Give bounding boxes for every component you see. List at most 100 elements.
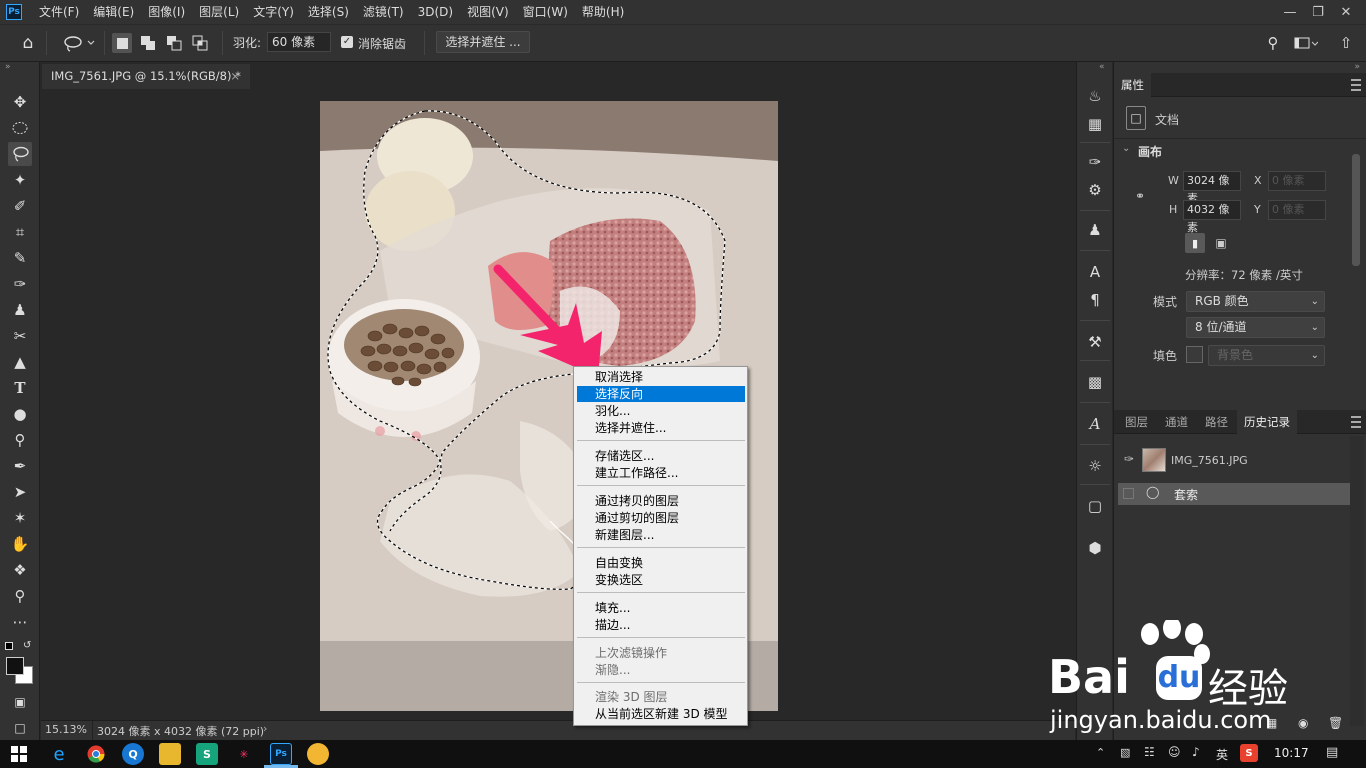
- path-selection-tool-icon[interactable]: ➤: [8, 480, 32, 504]
- notification-icon[interactable]: ▤: [1326, 745, 1338, 760]
- document-tab[interactable]: IMG_7561.JPG @ 15.1%(RGB/8) * ×: [42, 64, 250, 89]
- tray-app-icon[interactable]: ☺: [1168, 745, 1181, 759]
- bit-depth-select[interactable]: 8 位/通道 ⌄: [1186, 317, 1325, 338]
- menu-item-fill[interactable]: 填充...: [577, 600, 745, 616]
- portrait-orientation-icon[interactable]: ▮: [1185, 233, 1205, 253]
- link-icon[interactable]: ⚭: [1135, 189, 1145, 203]
- menu-window[interactable]: 窗口(W): [516, 0, 575, 24]
- menu-item-make-work-path[interactable]: 建立工作路径...: [577, 465, 745, 481]
- sogou-input-icon[interactable]: S: [1240, 744, 1258, 762]
- canvas-expand-icon[interactable]: ⌄: [1122, 143, 1130, 154]
- quick-mask-icon[interactable]: ▣: [8, 690, 32, 714]
- trash-icon[interactable]: 🗑: [1328, 716, 1343, 730]
- menu-file[interactable]: 文件(F): [32, 0, 86, 24]
- tray-network-device-icon[interactable]: ▧: [1120, 746, 1130, 759]
- character-icon[interactable]: A: [1082, 260, 1108, 284]
- blur-tool-icon[interactable]: ●: [8, 402, 32, 426]
- paragraph-icon[interactable]: ¶: [1082, 288, 1108, 312]
- clone-source-icon[interactable]: ♟: [1082, 218, 1108, 242]
- ie-browser-icon[interactable]: e: [48, 743, 70, 765]
- antialias-checkbox[interactable]: ✓: [341, 36, 353, 48]
- canvas-height-field[interactable]: 4032 像素: [1183, 200, 1241, 234]
- panel-menu-icon[interactable]: [1351, 79, 1361, 91]
- browser-q-icon[interactable]: Q: [122, 743, 144, 765]
- move-tool-icon[interactable]: ✥: [8, 90, 32, 114]
- minimize-icon[interactable]: —: [1276, 0, 1304, 24]
- close-tab-icon[interactable]: ×: [230, 64, 240, 88]
- gradients-icon[interactable]: ▢: [1082, 494, 1108, 518]
- photoshop-taskbar-icon[interactable]: Ps: [270, 743, 292, 765]
- search-icon[interactable]: ⚲: [1262, 32, 1284, 54]
- canvas-width-field[interactable]: 3024 像素: [1183, 171, 1241, 205]
- panel-menu-icon[interactable]: [1351, 416, 1361, 428]
- chrome-icon[interactable]: [85, 743, 107, 765]
- glyphs-icon[interactable]: A: [1082, 412, 1108, 436]
- collapse-icon[interactable]: »: [1354, 62, 1360, 72]
- screen-mode-icon[interactable]: □: [8, 716, 32, 740]
- intersect-selection-mode[interactable]: [190, 33, 210, 53]
- history-step[interactable]: ◯ 套索: [1118, 483, 1350, 505]
- foreground-color-swatch[interactable]: [6, 657, 24, 675]
- select-and-mask-button[interactable]: 选择并遮住 ...: [436, 31, 530, 53]
- menu-layer[interactable]: 图层(L): [192, 0, 246, 24]
- ime-indicator[interactable]: 英: [1216, 746, 1228, 763]
- file-explorer-icon[interactable]: [159, 743, 181, 765]
- lasso-tool-icon[interactable]: [8, 142, 32, 166]
- clone-stamp-tool-icon[interactable]: ♟: [8, 298, 32, 322]
- menu-item-transform-selection[interactable]: 变换选区: [577, 572, 745, 588]
- wifi-icon[interactable]: ☷: [1144, 745, 1155, 759]
- snapshot-name[interactable]: IMG_7561.JPG: [1171, 454, 1248, 467]
- custom-shape-tool-icon[interactable]: ✶: [8, 506, 32, 530]
- menu-item-new-layer[interactable]: 新建图层...: [577, 527, 745, 543]
- landscape-orientation-icon[interactable]: ▣: [1211, 233, 1231, 253]
- color-mode-select[interactable]: RGB 颜色 ⌄: [1186, 291, 1325, 312]
- color-palette-icon[interactable]: ♨: [1082, 84, 1108, 108]
- menu-item-new-3d-model[interactable]: 从当前选区新建 3D 模型: [577, 706, 745, 722]
- wps-sheet-icon[interactable]: S: [196, 743, 218, 765]
- menu-item-select-inverse[interactable]: 选择反向: [577, 386, 745, 402]
- menu-type[interactable]: 文字(Y): [246, 0, 301, 24]
- fill-color-swatch[interactable]: [1186, 346, 1203, 363]
- collapse-icon[interactable]: »: [5, 62, 11, 72]
- subtract-selection-mode[interactable]: [164, 33, 184, 53]
- swap-colors-icon[interactable]: ↺: [23, 640, 31, 651]
- menu-image[interactable]: 图像(I): [141, 0, 192, 24]
- tab-properties[interactable]: 属性: [1114, 73, 1151, 97]
- volume-icon[interactable]: ♪: [1192, 745, 1200, 759]
- app-ball-icon[interactable]: [307, 743, 329, 765]
- menu-help[interactable]: 帮助(H): [575, 0, 631, 24]
- menu-item-select-and-mask[interactable]: 选择并遮住...: [577, 420, 745, 436]
- frame-tool-icon[interactable]: ✎: [8, 246, 32, 270]
- menu-select[interactable]: 选择(S): [301, 0, 356, 24]
- lasso-preset-picker[interactable]: [58, 32, 98, 54]
- eyedropper-tool-icon[interactable]: ✐: [8, 194, 32, 218]
- history-brush-icon[interactable]: ✑: [1124, 452, 1134, 466]
- libraries-icon[interactable]: ▩: [1082, 370, 1108, 394]
- close-icon[interactable]: ✕: [1332, 0, 1360, 24]
- menu-view[interactable]: 视图(V): [460, 0, 516, 24]
- new-selection-mode[interactable]: [112, 33, 132, 53]
- menu-item-free-transform[interactable]: 自由变换: [577, 555, 745, 571]
- share-icon[interactable]: ⇧: [1334, 32, 1358, 54]
- tab-paths[interactable]: 路径: [1198, 410, 1235, 434]
- learn-icon[interactable]: ☼: [1082, 454, 1108, 478]
- magic-wand-tool-icon[interactable]: ✦: [8, 168, 32, 192]
- tab-layers[interactable]: 图层: [1118, 410, 1155, 434]
- tab-history[interactable]: 历史记录: [1237, 410, 1297, 434]
- photoshop-logo[interactable]: Ps: [6, 4, 22, 20]
- collapse-icon[interactable]: «: [1099, 62, 1105, 72]
- menu-item-layer-via-copy[interactable]: 通过拷贝的图层: [577, 493, 745, 509]
- marquee-tool-icon[interactable]: [8, 116, 32, 140]
- menu-item-feather[interactable]: 羽化...: [577, 403, 745, 419]
- properties-scrollbar[interactable]: [1352, 154, 1360, 266]
- adjustments-icon[interactable]: ⚙: [1082, 178, 1108, 202]
- menu-item-stroke[interactable]: 描边...: [577, 617, 745, 633]
- restore-icon[interactable]: ❐: [1304, 0, 1332, 24]
- feather-input[interactable]: 60 像素: [267, 32, 331, 52]
- menu-item-save-selection[interactable]: 存储选区...: [577, 448, 745, 464]
- canvas-x-field[interactable]: 0 像素: [1268, 171, 1326, 191]
- clock-time[interactable]: 10:17: [1274, 746, 1309, 760]
- app-pinwheel-icon[interactable]: ✳: [233, 743, 255, 765]
- default-colors-icon[interactable]: [5, 642, 13, 650]
- brush-settings-icon[interactable]: ✑: [1082, 150, 1108, 174]
